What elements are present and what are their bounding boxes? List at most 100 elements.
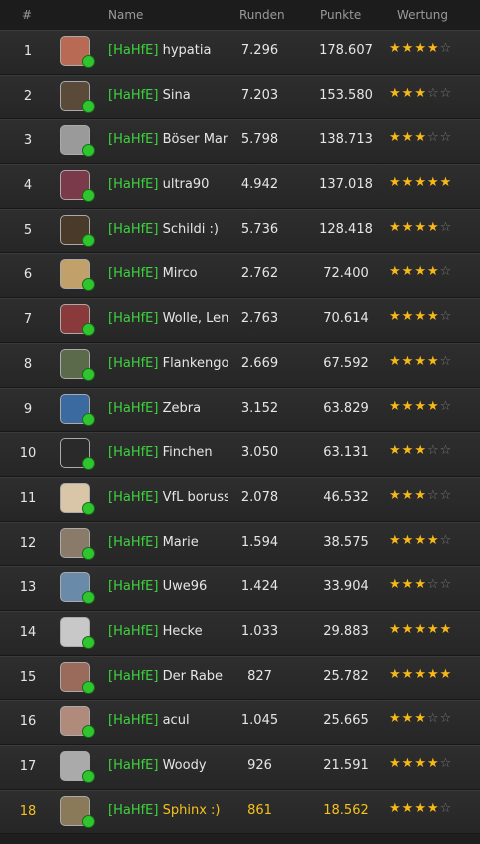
clan-tag: [HaHfE]	[108, 87, 159, 103]
table-row[interactable]: 9 [HaHfE] Zebra 3.152 63.829 ★★★★☆	[0, 387, 480, 433]
table-row[interactable]: 3 [HaHfE] Böser Man 5.798 138.713 ★★★☆☆	[0, 119, 480, 165]
star-filled-icon: ★	[389, 577, 402, 593]
leaderboard-list: 1 [HaHfE] hypatia 7.296 178.607 ★★★★☆ 2 [HaHfE…	[0, 30, 480, 835]
player-name[interactable]: [HaHfE] Schildi :)	[108, 222, 228, 237]
star-filled-icon: ★	[414, 532, 427, 548]
header-punkte[interactable]: Punkte	[320, 8, 361, 22]
table-row[interactable]: 13 [HaHfE] Uwe96 1.424 33.904 ★★★☆☆	[0, 566, 480, 611]
star-filled-icon: ★	[401, 309, 415, 325]
row-punkte: 18.562	[323, 802, 369, 818]
online-status-icon	[82, 55, 95, 68]
player-name[interactable]: [HaHfE] Böser Man	[108, 132, 228, 147]
player-nick: acul	[162, 713, 190, 729]
star-filled-icon: ★	[414, 711, 427, 727]
table-row[interactable]: 18 [HaHfE] Sphinx :) 861 18.562 ★★★★☆	[0, 789, 480, 835]
player-name[interactable]: [HaHfE] Sphinx :)	[108, 803, 228, 818]
row-runden: 1.033	[240, 623, 279, 639]
rating-stars: ★★★★☆	[389, 533, 452, 548]
star-filled-icon: ★	[401, 264, 415, 280]
table-row[interactable]: 4 [HaHfE] ultra90 4.942 137.018 ★★★★★	[0, 164, 480, 209]
online-status-icon	[82, 770, 95, 783]
rating-stars: ★★★★★	[389, 622, 452, 637]
rating-stars: ★★★☆☆	[389, 130, 452, 145]
star-empty-icon: ☆	[439, 577, 453, 593]
row-rank: 4	[23, 178, 33, 194]
player-name[interactable]: [HaHfE] Marie	[108, 535, 228, 550]
player-name[interactable]: [HaHfE] Hecke	[108, 624, 228, 639]
table-row[interactable]: 2 [HaHfE] Sina 7.203 153.580 ★★★☆☆	[0, 74, 480, 120]
star-filled-icon: ★	[414, 85, 427, 101]
row-punkte: 63.131	[323, 445, 369, 461]
star-filled-icon: ★	[401, 756, 415, 771]
table-row[interactable]: 7[HaHfE] Wolle, Lens2.76370.614★★★★☆	[0, 298, 480, 343]
clan-tag: [HaHfE]	[108, 623, 159, 639]
star-empty-icon: ☆	[439, 800, 453, 816]
clan-tag: [HaHfE]	[108, 266, 159, 282]
table-row[interactable]: 14 [HaHfE] Hecke 1.033 29.883 ★★★★★	[0, 610, 480, 656]
rating-stars: ★★★★☆	[389, 41, 452, 56]
rating-stars: ★★★★☆	[389, 756, 452, 771]
player-nick: Marie	[162, 534, 199, 550]
player-name[interactable]: [HaHfE] Finchen	[108, 445, 228, 460]
star-filled-icon: ★	[401, 85, 415, 101]
star-filled-icon: ★	[426, 175, 440, 191]
row-rank: 17	[19, 759, 37, 774]
player-name[interactable]: [HaHfE] Wolle, Lens	[108, 311, 228, 326]
row-rank: 7	[23, 312, 33, 328]
table-row[interactable]: 12 [HaHfE] Marie 1.594 38.575 ★★★★☆	[0, 521, 480, 567]
player-name[interactable]: [HaHfE] hypatia	[108, 43, 228, 58]
row-rank: 2	[23, 88, 33, 104]
table-row[interactable]: 1 [HaHfE] hypatia 7.296 178.607 ★★★★☆	[0, 30, 480, 75]
star-empty-icon: ☆	[439, 711, 453, 727]
table-row[interactable]: 17 [HaHfE] Woody 926 21.591 ★★★★☆	[0, 745, 480, 790]
online-status-icon	[82, 144, 95, 158]
header-wertung[interactable]: Wertung	[397, 8, 448, 22]
table-row[interactable]: 16 [HaHfE] acul 1.045 25.665 ★★★☆☆	[0, 700, 480, 745]
row-punkte: 137.018	[319, 177, 373, 193]
player-name[interactable]: [HaHfE] Uwe96	[108, 579, 228, 594]
row-punkte: 33.904	[323, 579, 369, 595]
rating-stars: ★★★★★	[389, 667, 452, 682]
player-name[interactable]: [HaHfE] Flankengott	[108, 356, 228, 371]
star-filled-icon: ★	[439, 175, 453, 191]
star-filled-icon: ★	[426, 264, 440, 280]
row-punkte: 38.575	[323, 534, 369, 550]
row-runden: 5.736	[240, 221, 279, 237]
header-name[interactable]: Name	[108, 8, 143, 22]
star-empty-icon: ☆	[426, 487, 440, 503]
player-name[interactable]: [HaHfE] Der Rabe	[108, 669, 228, 684]
table-row[interactable]: 15 [HaHfE] Der Rabe 827 25.782 ★★★★★	[0, 655, 480, 701]
player-name[interactable]: [HaHfE] Mirco	[108, 266, 228, 281]
star-empty-icon: ☆	[439, 264, 453, 280]
row-rank: 9	[23, 401, 33, 417]
player-nick: ultra90	[162, 177, 210, 193]
table-row[interactable]: 6 [HaHfE] Mirco 2.762 72.400 ★★★★☆	[0, 253, 480, 299]
star-filled-icon: ★	[401, 353, 415, 369]
player-name[interactable]: [HaHfE] acul	[108, 713, 228, 728]
table-row[interactable]: 10 [HaHfE] Finchen 3.050 63.131 ★★★☆☆	[0, 432, 480, 477]
row-punkte: 63.829	[323, 400, 369, 416]
player-name[interactable]: [HaHfE] Woody	[108, 758, 228, 773]
star-filled-icon: ★	[426, 219, 440, 235]
online-status-icon	[82, 367, 95, 381]
table-row[interactable]: 5 [HaHfE] Schildi :) 5.736 128.418 ★★★★☆	[0, 208, 480, 254]
player-nick: VfL borussia	[162, 489, 228, 505]
row-punkte: 178.607	[319, 43, 373, 58]
star-filled-icon: ★	[401, 487, 415, 503]
star-filled-icon: ★	[389, 85, 402, 101]
player-name[interactable]: [HaHfE] Sina	[108, 88, 228, 103]
star-filled-icon: ★	[439, 621, 453, 637]
row-punkte: 153.580	[319, 87, 373, 103]
player-name[interactable]: [HaHfE] VfL borussia	[108, 490, 228, 505]
player-nick: Der Rabe	[162, 668, 224, 684]
player-nick: Zebra	[162, 400, 202, 416]
table-row[interactable]: 8[HaHfE] Flankengott2.66967.592★★★★☆	[0, 342, 480, 388]
player-name[interactable]: [HaHfE] Zebra	[108, 401, 228, 416]
rating-stars: ★★★☆☆	[389, 577, 452, 592]
table-row[interactable]: 11[HaHfE] VfL borussia2.07846.532★★★☆☆	[0, 476, 480, 522]
star-filled-icon: ★	[401, 621, 415, 637]
player-name[interactable]: [HaHfE] ultra90	[108, 177, 228, 192]
star-empty-icon: ☆	[426, 85, 440, 101]
row-rank: 11	[19, 490, 37, 506]
header-runden[interactable]: Runden	[239, 8, 285, 22]
